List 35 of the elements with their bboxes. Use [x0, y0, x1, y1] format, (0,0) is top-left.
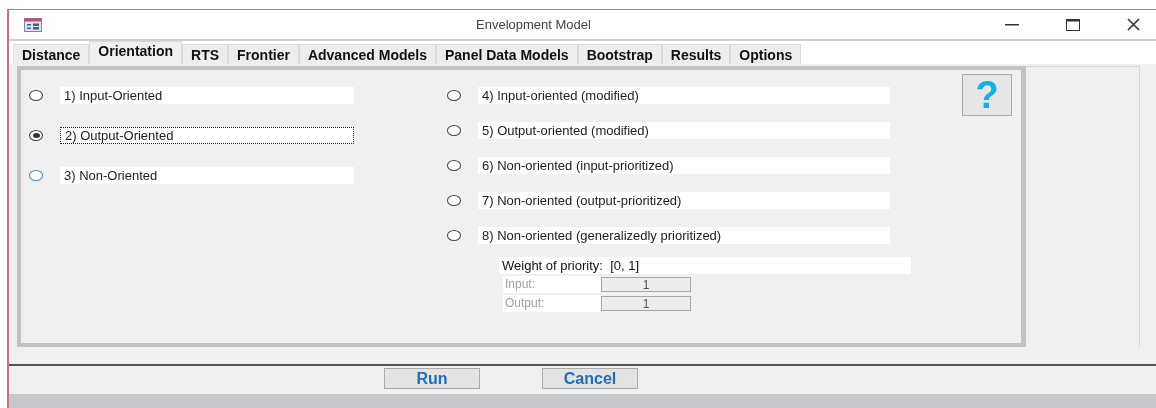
tab[interactable]: Options: [730, 44, 802, 64]
tab[interactable]: Advanced Models: [298, 44, 436, 64]
radio-button[interactable]: [447, 194, 461, 206]
radio-button[interactable]: [447, 124, 461, 136]
tab[interactable]: Bootstrap: [577, 44, 662, 64]
option-label[interactable]: 7) Non-oriented (output-prioritized): [478, 191, 890, 209]
option-label[interactable]: 8) Non-oriented (generalizedly prioritized): [478, 226, 890, 244]
app-form-icon: [24, 17, 42, 32]
radio-button[interactable]: [29, 129, 43, 141]
window-title: Envelopment Model: [475, 17, 592, 32]
dialog-button[interactable]: Cancel: [542, 368, 638, 389]
field-label: Output:: [503, 295, 601, 312]
weight-label: Weight of priority: [0, 1]: [499, 257, 911, 274]
option-label[interactable]: 3) Non-Oriented: [60, 166, 354, 184]
tab[interactable]: Panel Data Models: [435, 44, 578, 64]
maximize-icon[interactable]: [1066, 18, 1080, 31]
dialog-button[interactable]: Run: [384, 368, 480, 389]
radio-button[interactable]: [447, 89, 461, 101]
minimize-icon[interactable]: [1005, 23, 1019, 26]
field-label: Input:: [503, 276, 601, 293]
option-label[interactable]: 2) Output-Oriented: [60, 126, 354, 144]
tab[interactable]: Distance: [13, 44, 90, 64]
tab[interactable]: RTS: [182, 44, 229, 64]
option-label[interactable]: 1) Input-Oriented: [60, 86, 354, 104]
radio-button[interactable]: [447, 229, 461, 241]
option-label[interactable]: 6) Non-oriented (input-prioritized): [478, 156, 890, 174]
radio-button[interactable]: [29, 89, 43, 101]
radio-button[interactable]: [29, 169, 43, 181]
option-label[interactable]: 5) Output-oriented (modified): [478, 121, 890, 139]
radio-button[interactable]: [447, 159, 461, 171]
tab[interactable]: Frontier: [228, 44, 299, 64]
close-icon[interactable]: [1127, 18, 1140, 31]
option-label[interactable]: 4) Input-oriented (modified): [478, 86, 890, 104]
tab[interactable]: Orientation: [89, 41, 183, 64]
tab[interactable]: Results: [661, 44, 731, 64]
